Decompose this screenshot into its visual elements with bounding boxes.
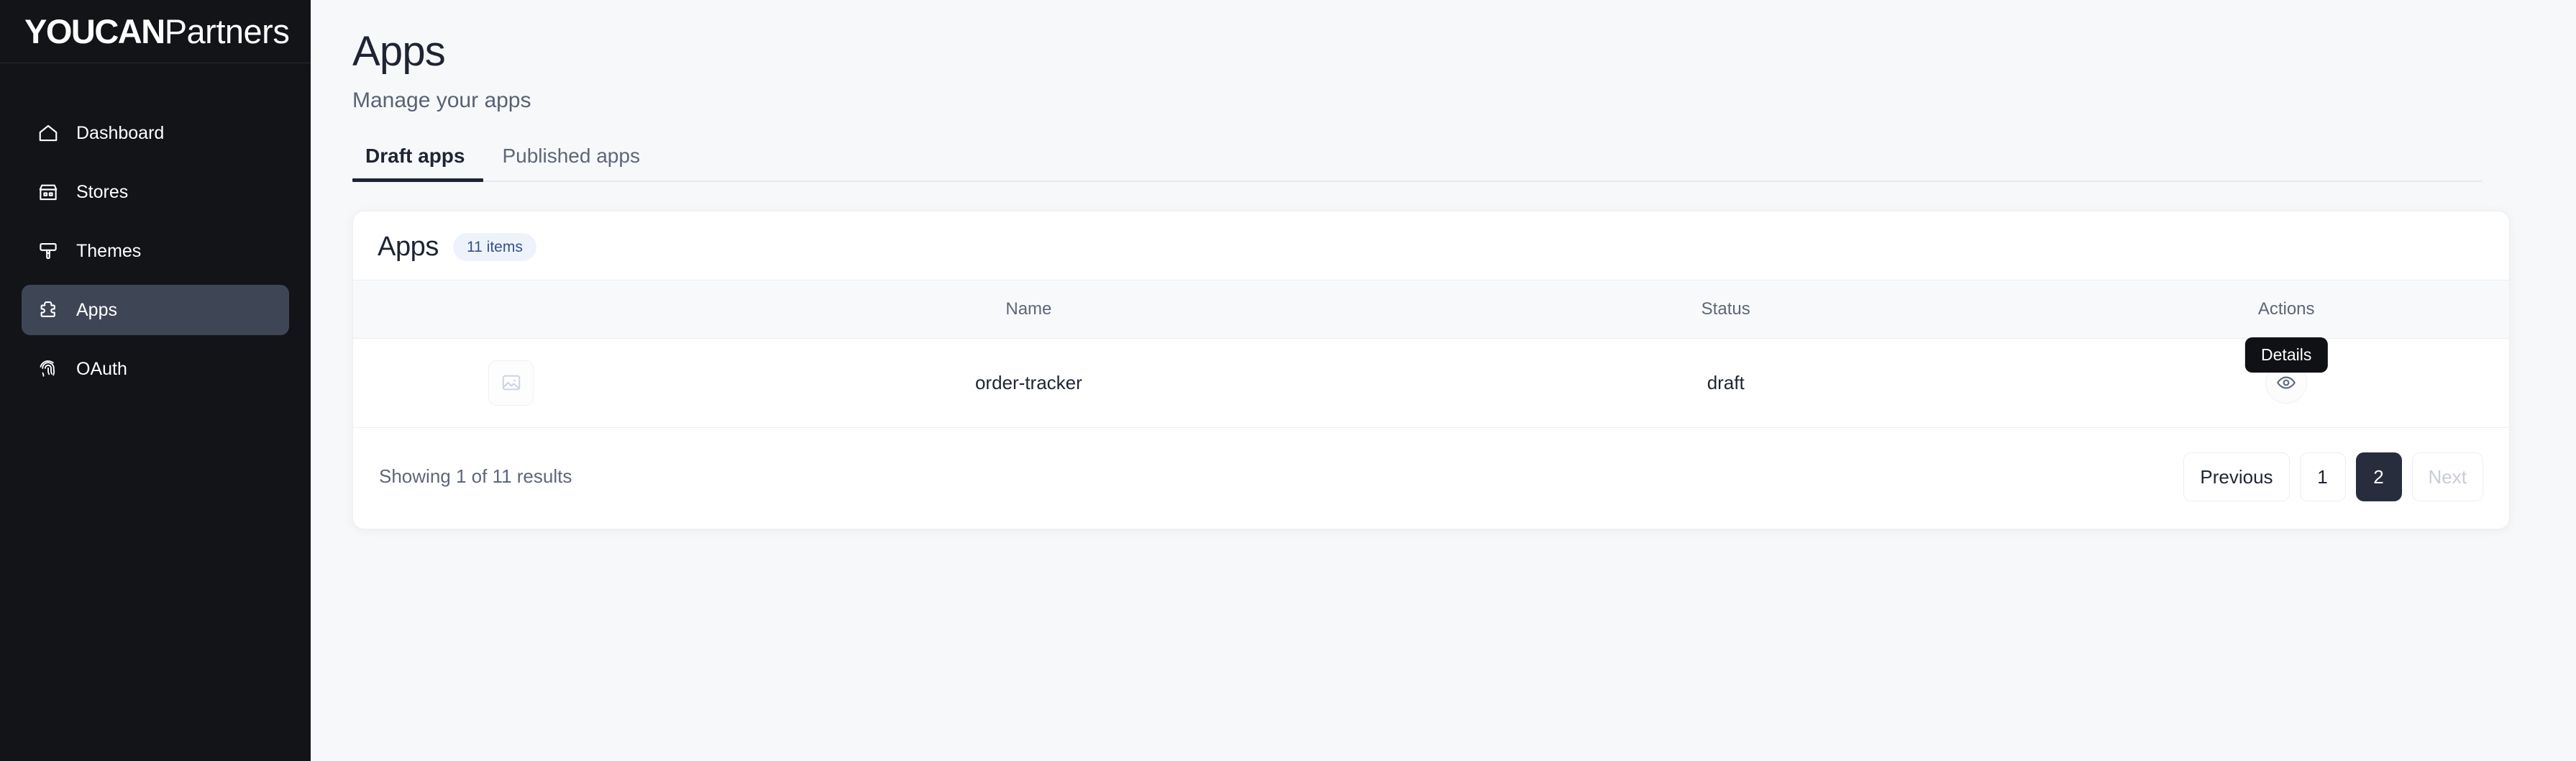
card-title: Apps [378,232,439,263]
page-title: Apps [352,28,446,75]
sidebar-nav: Dashboard Stores Themes Apps OAuth [0,63,311,403]
sidebar-item-label: Stores [76,181,129,202]
home-icon [37,122,59,144]
table-header-row: Name Status Actions [353,280,2509,339]
sidebar-item-themes[interactable]: Themes [22,226,289,276]
paintbrush-icon [37,240,59,262]
cell-status: draft [1388,338,2064,428]
sidebar-item-stores[interactable]: Stores [22,167,289,217]
brand-secondary: Partners [164,12,290,50]
apps-table: Name Status Actions order-tracker draft … [353,280,2509,428]
results-summary: Showing 1 of 11 results [379,465,572,488]
pagination: Previous 1 2 Next [2183,452,2483,501]
pagination-page-2[interactable]: 2 [2355,452,2402,501]
tab-draft-apps[interactable]: Draft apps [352,145,484,182]
table-body: order-tracker draft Details [353,337,2509,428]
fingerprint-icon [37,358,59,380]
brand-logo[interactable]: YOUCANPartners [0,0,311,63]
card-header: Apps 11 items [353,211,2509,280]
brand-text: YOUCANPartners [24,12,290,50]
sidebar-item-label: Apps [76,299,117,320]
card-footer: Showing 1 of 11 results Previous 1 2 Nex… [353,428,2509,529]
sidebar-item-label: Themes [76,240,142,261]
column-header-thumbnail [353,280,670,338]
page-subtitle: Manage your apps [352,88,531,112]
store-icon [37,181,59,203]
column-header-actions: Actions [2257,299,2315,319]
sidebar: YOUCANPartners Dashboard Stores Themes A… [0,0,311,761]
image-placeholder-icon [488,360,534,406]
apps-card: Apps 11 items Name Status Actions order-… [352,210,2510,529]
sidebar-item-label: OAuth [76,358,127,379]
sidebar-item-apps[interactable]: Apps [22,285,289,335]
main-content: Apps Manage your apps Draft apps Publish… [311,0,2576,761]
puzzle-icon [37,299,59,321]
pagination-previous-button[interactable]: Previous [2183,452,2290,501]
tab-published-apps[interactable]: Published apps [483,145,658,181]
sidebar-item-oauth[interactable]: OAuth [22,344,289,394]
app-shell: YOUCANPartners Dashboard Stores Themes A… [0,0,2576,761]
eye-icon [2276,373,2296,393]
column-header-name: Name [1005,299,1052,319]
tab-bar: Draft apps Published apps [352,145,2483,182]
item-count-badge: 11 items [453,232,536,261]
pagination-page-1[interactable]: 1 [2299,452,2346,501]
cell-actions: Details [2063,337,2509,428]
table-head: Name Status Actions [353,280,2509,339]
cell-name: order-tracker [669,338,1389,428]
pagination-next-button[interactable]: Next [2411,452,2483,501]
cell-thumbnail [353,338,670,428]
brand-primary: YOUCAN [24,12,165,50]
sidebar-item-dashboard[interactable]: Dashboard [22,108,289,158]
details-tooltip: Details [2245,337,2328,373]
sidebar-item-label: Dashboard [76,122,165,143]
table-row[interactable]: order-tracker draft Details [353,337,2509,428]
column-header-status: Status [1701,299,1750,319]
